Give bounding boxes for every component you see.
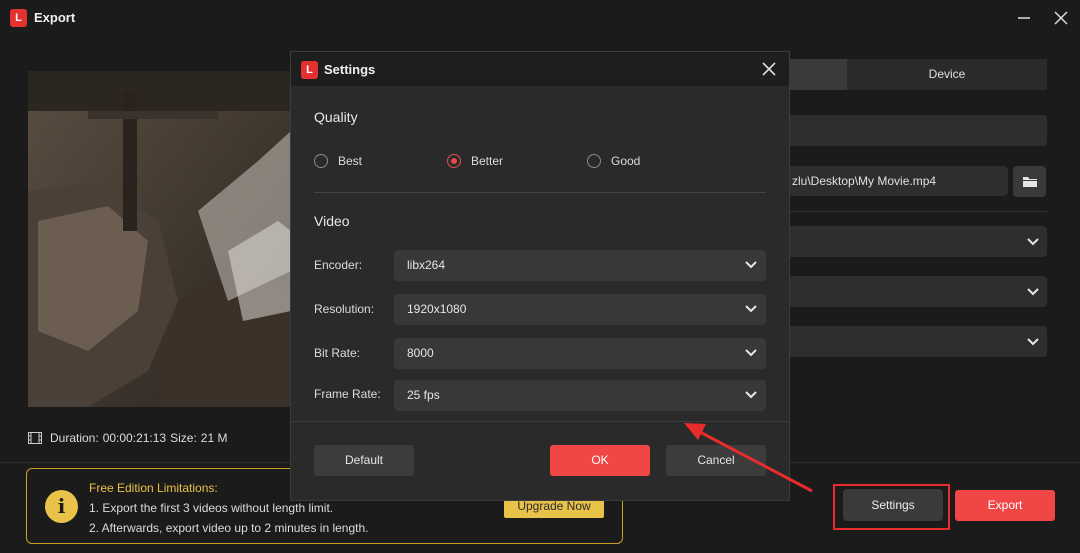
size-label: Size: <box>170 431 197 445</box>
quality-select[interactable] <box>790 276 1047 307</box>
dialog-logo-icon: L <box>301 61 318 79</box>
dialog-title: Settings <box>324 62 376 77</box>
window-title: Export <box>34 10 76 25</box>
settings-dialog: L Settings Quality Best Better Good Vide… <box>290 51 790 501</box>
bitrate-select[interactable]: 8000 <box>394 338 766 369</box>
export-button[interactable]: Export <box>955 490 1055 521</box>
close-window-icon[interactable] <box>1049 6 1073 30</box>
duration-value: 00:00:21:13 <box>102 431 167 445</box>
film-icon <box>28 432 42 444</box>
quality-better-label: Better <box>471 154 504 168</box>
resolution-dropdown[interactable]: 1920x1080 <box>394 294 766 325</box>
radio-better[interactable] <box>447 154 461 168</box>
export-tabs: Device <box>790 59 1047 90</box>
tab-pc[interactable] <box>790 59 847 90</box>
framerate-label: Frame Rate: <box>314 387 381 401</box>
size-value: 21 M <box>200 431 228 445</box>
name-field[interactable] <box>790 115 1047 146</box>
default-button[interactable]: Default <box>314 445 414 476</box>
limitations-line-2: 2. Afterwards, export video up to 2 minu… <box>89 521 369 535</box>
radio-good[interactable] <box>587 154 601 168</box>
limitations-title: Free Edition Limitations: <box>89 481 218 495</box>
duration-label: Duration: <box>50 431 99 445</box>
tab-device[interactable]: Device <box>847 59 1047 90</box>
resolution-select[interactable] <box>790 326 1047 357</box>
title-bar: L Export <box>0 0 1080 36</box>
ok-button[interactable]: OK <box>550 445 650 476</box>
settings-highlight <box>833 484 950 530</box>
quality-best-label: Best <box>338 154 363 168</box>
quality-heading: Quality <box>314 109 358 125</box>
app-logo-icon: L <box>10 9 27 27</box>
limitations-line-1: 1. Export the first 3 videos without len… <box>89 501 334 515</box>
video-preview <box>28 71 291 407</box>
chevron-down-icon <box>745 305 757 313</box>
framerate-value: 25 fps <box>407 388 440 402</box>
browse-folder-button[interactable] <box>1013 166 1046 197</box>
info-icon: i <box>45 490 78 523</box>
chevron-down-icon <box>1027 287 1039 295</box>
chevron-down-icon <box>745 261 757 269</box>
video-info: Duration: 00:00:21:13 Size: 21 M <box>28 430 231 446</box>
video-heading: Video <box>314 213 350 229</box>
close-icon[interactable] <box>761 61 777 80</box>
bitrate-label: Bit Rate: <box>314 346 361 360</box>
chevron-down-icon <box>1027 337 1039 345</box>
format-select[interactable] <box>790 226 1047 257</box>
dialog-header: L Settings <box>291 52 789 86</box>
chevron-down-icon <box>1027 237 1039 245</box>
chevron-down-icon <box>745 349 757 357</box>
save-path-field[interactable]: zlu\Desktop\My Movie.mp4 <box>790 166 1008 196</box>
minimize-icon[interactable] <box>1012 6 1036 30</box>
bitrate-value: 8000 <box>407 346 434 360</box>
radio-best[interactable] <box>314 154 328 168</box>
encoder-label: Encoder: <box>314 258 363 272</box>
quality-good-label: Good <box>611 154 641 168</box>
panel-divider <box>790 211 1047 212</box>
quality-option-better[interactable]: Better <box>447 153 503 169</box>
dialog-footer-divider <box>291 421 789 422</box>
quality-option-good[interactable]: Good <box>587 153 640 169</box>
folder-icon <box>1022 177 1037 187</box>
resolution-label: Resolution: <box>314 302 375 316</box>
quality-option-best[interactable]: Best <box>314 153 362 169</box>
cancel-button[interactable]: Cancel <box>666 445 766 476</box>
framerate-select[interactable]: 25 fps <box>394 380 766 411</box>
chevron-down-icon <box>745 391 757 399</box>
encoder-select[interactable]: libx264 <box>394 250 766 281</box>
dialog-divider <box>314 192 766 193</box>
resolution-value: 1920x1080 <box>407 302 467 316</box>
encoder-value: libx264 <box>407 258 446 272</box>
